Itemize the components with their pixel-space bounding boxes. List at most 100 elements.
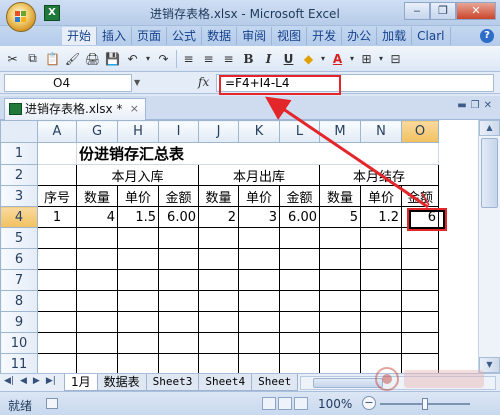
document-tab[interactable]: 进销存表格.xlsx * × xyxy=(4,98,146,120)
paste-icon[interactable]: 📋 xyxy=(43,49,62,68)
doc-minimize-icon[interactable]: ▬ xyxy=(457,100,466,111)
excel-icon[interactable]: X xyxy=(44,5,60,21)
tab-data[interactable]: 数据 xyxy=(202,27,238,45)
cut-icon[interactable]: ✂ xyxy=(3,49,22,68)
cell-seq[interactable]: 1 xyxy=(37,206,77,228)
sheet-tab-data[interactable]: 数据表 xyxy=(96,374,147,391)
tab-page-layout[interactable]: 页面 xyxy=(132,27,168,45)
row-header[interactable]: 1 xyxy=(0,142,38,165)
name-box[interactable]: O4 xyxy=(4,74,132,92)
insert-function-icon[interactable]: fx xyxy=(198,75,209,89)
select-all-corner[interactable] xyxy=(0,120,38,143)
spreadsheet-grid[interactable]: A G H I J K L M N O 1 份进销存汇总表 2 本月入库 本月出… xyxy=(0,120,478,373)
page-layout-view-icon[interactable] xyxy=(278,397,292,410)
header-qty[interactable]: 数量 xyxy=(198,185,239,207)
column-header[interactable]: K xyxy=(238,120,280,143)
last-sheet-icon[interactable]: ▶| xyxy=(46,376,56,386)
group-header-out[interactable]: 本月出库 xyxy=(198,164,320,186)
column-header[interactable]: I xyxy=(158,120,199,143)
macro-record-icon[interactable] xyxy=(46,398,58,409)
first-sheet-icon[interactable]: ◀| xyxy=(4,376,14,386)
tab-formulas[interactable]: 公式 xyxy=(167,27,203,45)
row-header[interactable]: 10 xyxy=(0,332,38,354)
horizontal-scrollbar[interactable] xyxy=(300,376,496,390)
document-close-icon[interactable]: × xyxy=(130,99,139,119)
doc-close-icon[interactable]: ✕ xyxy=(484,100,492,111)
borders-dropdown-icon[interactable]: ▾ xyxy=(377,49,385,68)
column-header[interactable]: A xyxy=(37,120,77,143)
group-header-in[interactable]: 本月入库 xyxy=(76,164,199,186)
fill-color-dropdown-icon[interactable]: ▾ xyxy=(319,49,327,68)
horizontal-scroll-thumb[interactable] xyxy=(313,378,383,388)
font-color-icon[interactable]: A xyxy=(328,49,347,68)
page-break-view-icon[interactable] xyxy=(294,397,308,410)
sheet-tab-sheet4[interactable]: Sheet4 xyxy=(198,374,253,391)
vertical-scrollbar[interactable]: ▲ ▼ xyxy=(478,120,500,373)
vertical-scroll-thumb[interactable] xyxy=(481,138,498,208)
fill-color-icon[interactable]: ◆ xyxy=(299,49,318,68)
header-qty[interactable]: 数量 xyxy=(319,185,361,207)
align-left-icon[interactable]: ≡ xyxy=(179,49,198,68)
cell-out-qty[interactable]: 2 xyxy=(198,206,239,228)
underline-icon[interactable]: U xyxy=(279,49,298,68)
tab-view[interactable]: 视图 xyxy=(272,27,308,45)
print-preview-icon[interactable]: 🖨 xyxy=(83,49,102,68)
sheet-tab-sheet3[interactable]: Sheet3 xyxy=(145,374,200,391)
header-amount[interactable]: 金额 xyxy=(158,185,199,207)
header-price[interactable]: 单价 xyxy=(117,185,159,207)
cell-out-amount[interactable]: 6.00 xyxy=(279,206,320,228)
header-amount[interactable]: 金额 xyxy=(401,185,439,207)
scroll-up-icon[interactable]: ▲ xyxy=(479,120,500,136)
cell[interactable] xyxy=(37,164,77,186)
row-header[interactable]: 5 xyxy=(0,227,38,249)
copy-icon[interactable]: ⧉ xyxy=(23,49,42,68)
cell-end-price[interactable]: 1.2 xyxy=(360,206,402,228)
header-amount[interactable]: 金额 xyxy=(279,185,320,207)
row-header[interactable]: 9 xyxy=(0,311,38,333)
align-center-icon[interactable]: ≡ xyxy=(199,49,218,68)
cell-in-price[interactable]: 1.5 xyxy=(117,206,159,228)
zoom-out-icon[interactable]: − xyxy=(362,396,376,410)
cell[interactable] xyxy=(37,142,77,165)
group-header-end[interactable]: 本月结存 xyxy=(319,164,439,186)
borders-icon[interactable]: ⊞ xyxy=(357,49,376,68)
italic-icon[interactable]: I xyxy=(259,49,278,68)
cell-in-amount[interactable]: 6.00 xyxy=(158,206,199,228)
help-icon[interactable]: ? xyxy=(480,29,494,43)
tab-developer[interactable]: 开发 xyxy=(307,27,343,45)
zoom-slider-thumb[interactable] xyxy=(422,398,428,410)
font-color-dropdown-icon[interactable]: ▾ xyxy=(348,49,356,68)
minimize-button[interactable]: ‒ xyxy=(404,2,430,20)
maximize-button[interactable]: ❐ xyxy=(430,2,456,20)
row-header[interactable]: 6 xyxy=(0,248,38,270)
column-header[interactable]: M xyxy=(319,120,361,143)
tab-review[interactable]: 审阅 xyxy=(237,27,273,45)
tab-home[interactable]: 开始 xyxy=(62,27,98,45)
undo-dropdown-icon[interactable]: ▾ xyxy=(143,49,153,68)
cell-in-qty[interactable]: 4 xyxy=(76,206,118,228)
name-box-dropdown-icon[interactable]: ▼ xyxy=(134,78,140,87)
row-header[interactable]: 2 xyxy=(0,164,38,186)
prev-sheet-icon[interactable]: ◀ xyxy=(20,376,27,386)
normal-view-icon[interactable] xyxy=(262,397,276,410)
doc-restore-icon[interactable]: ❐ xyxy=(471,100,480,111)
align-right-icon[interactable]: ≡ xyxy=(219,49,238,68)
header-qty[interactable]: 数量 xyxy=(76,185,118,207)
close-button[interactable]: ✕ xyxy=(456,2,496,20)
sheet-title[interactable]: 份进销存汇总表 xyxy=(76,142,439,165)
next-sheet-icon[interactable]: ▶ xyxy=(33,376,40,386)
cell-end-amount[interactable]: 6 xyxy=(401,206,439,228)
sheet-tab-jan[interactable]: 1月 xyxy=(64,374,98,391)
tab-office[interactable]: 办公 xyxy=(342,27,378,45)
tab-addins[interactable]: 加载 xyxy=(377,27,413,45)
save-icon[interactable]: 💾 xyxy=(103,49,122,68)
column-header-selected[interactable]: O xyxy=(401,120,439,143)
row-header[interactable]: 3 xyxy=(0,185,38,207)
header-seq[interactable]: 序号 xyxy=(37,185,77,207)
row-header[interactable]: 11 xyxy=(0,353,38,373)
redo-icon[interactable]: ↷ xyxy=(154,49,173,68)
undo-icon[interactable]: ↶ xyxy=(123,49,142,68)
format-painter-icon[interactable]: 🖌 xyxy=(63,49,82,68)
header-price[interactable]: 单价 xyxy=(360,185,402,207)
office-button[interactable] xyxy=(6,2,36,32)
